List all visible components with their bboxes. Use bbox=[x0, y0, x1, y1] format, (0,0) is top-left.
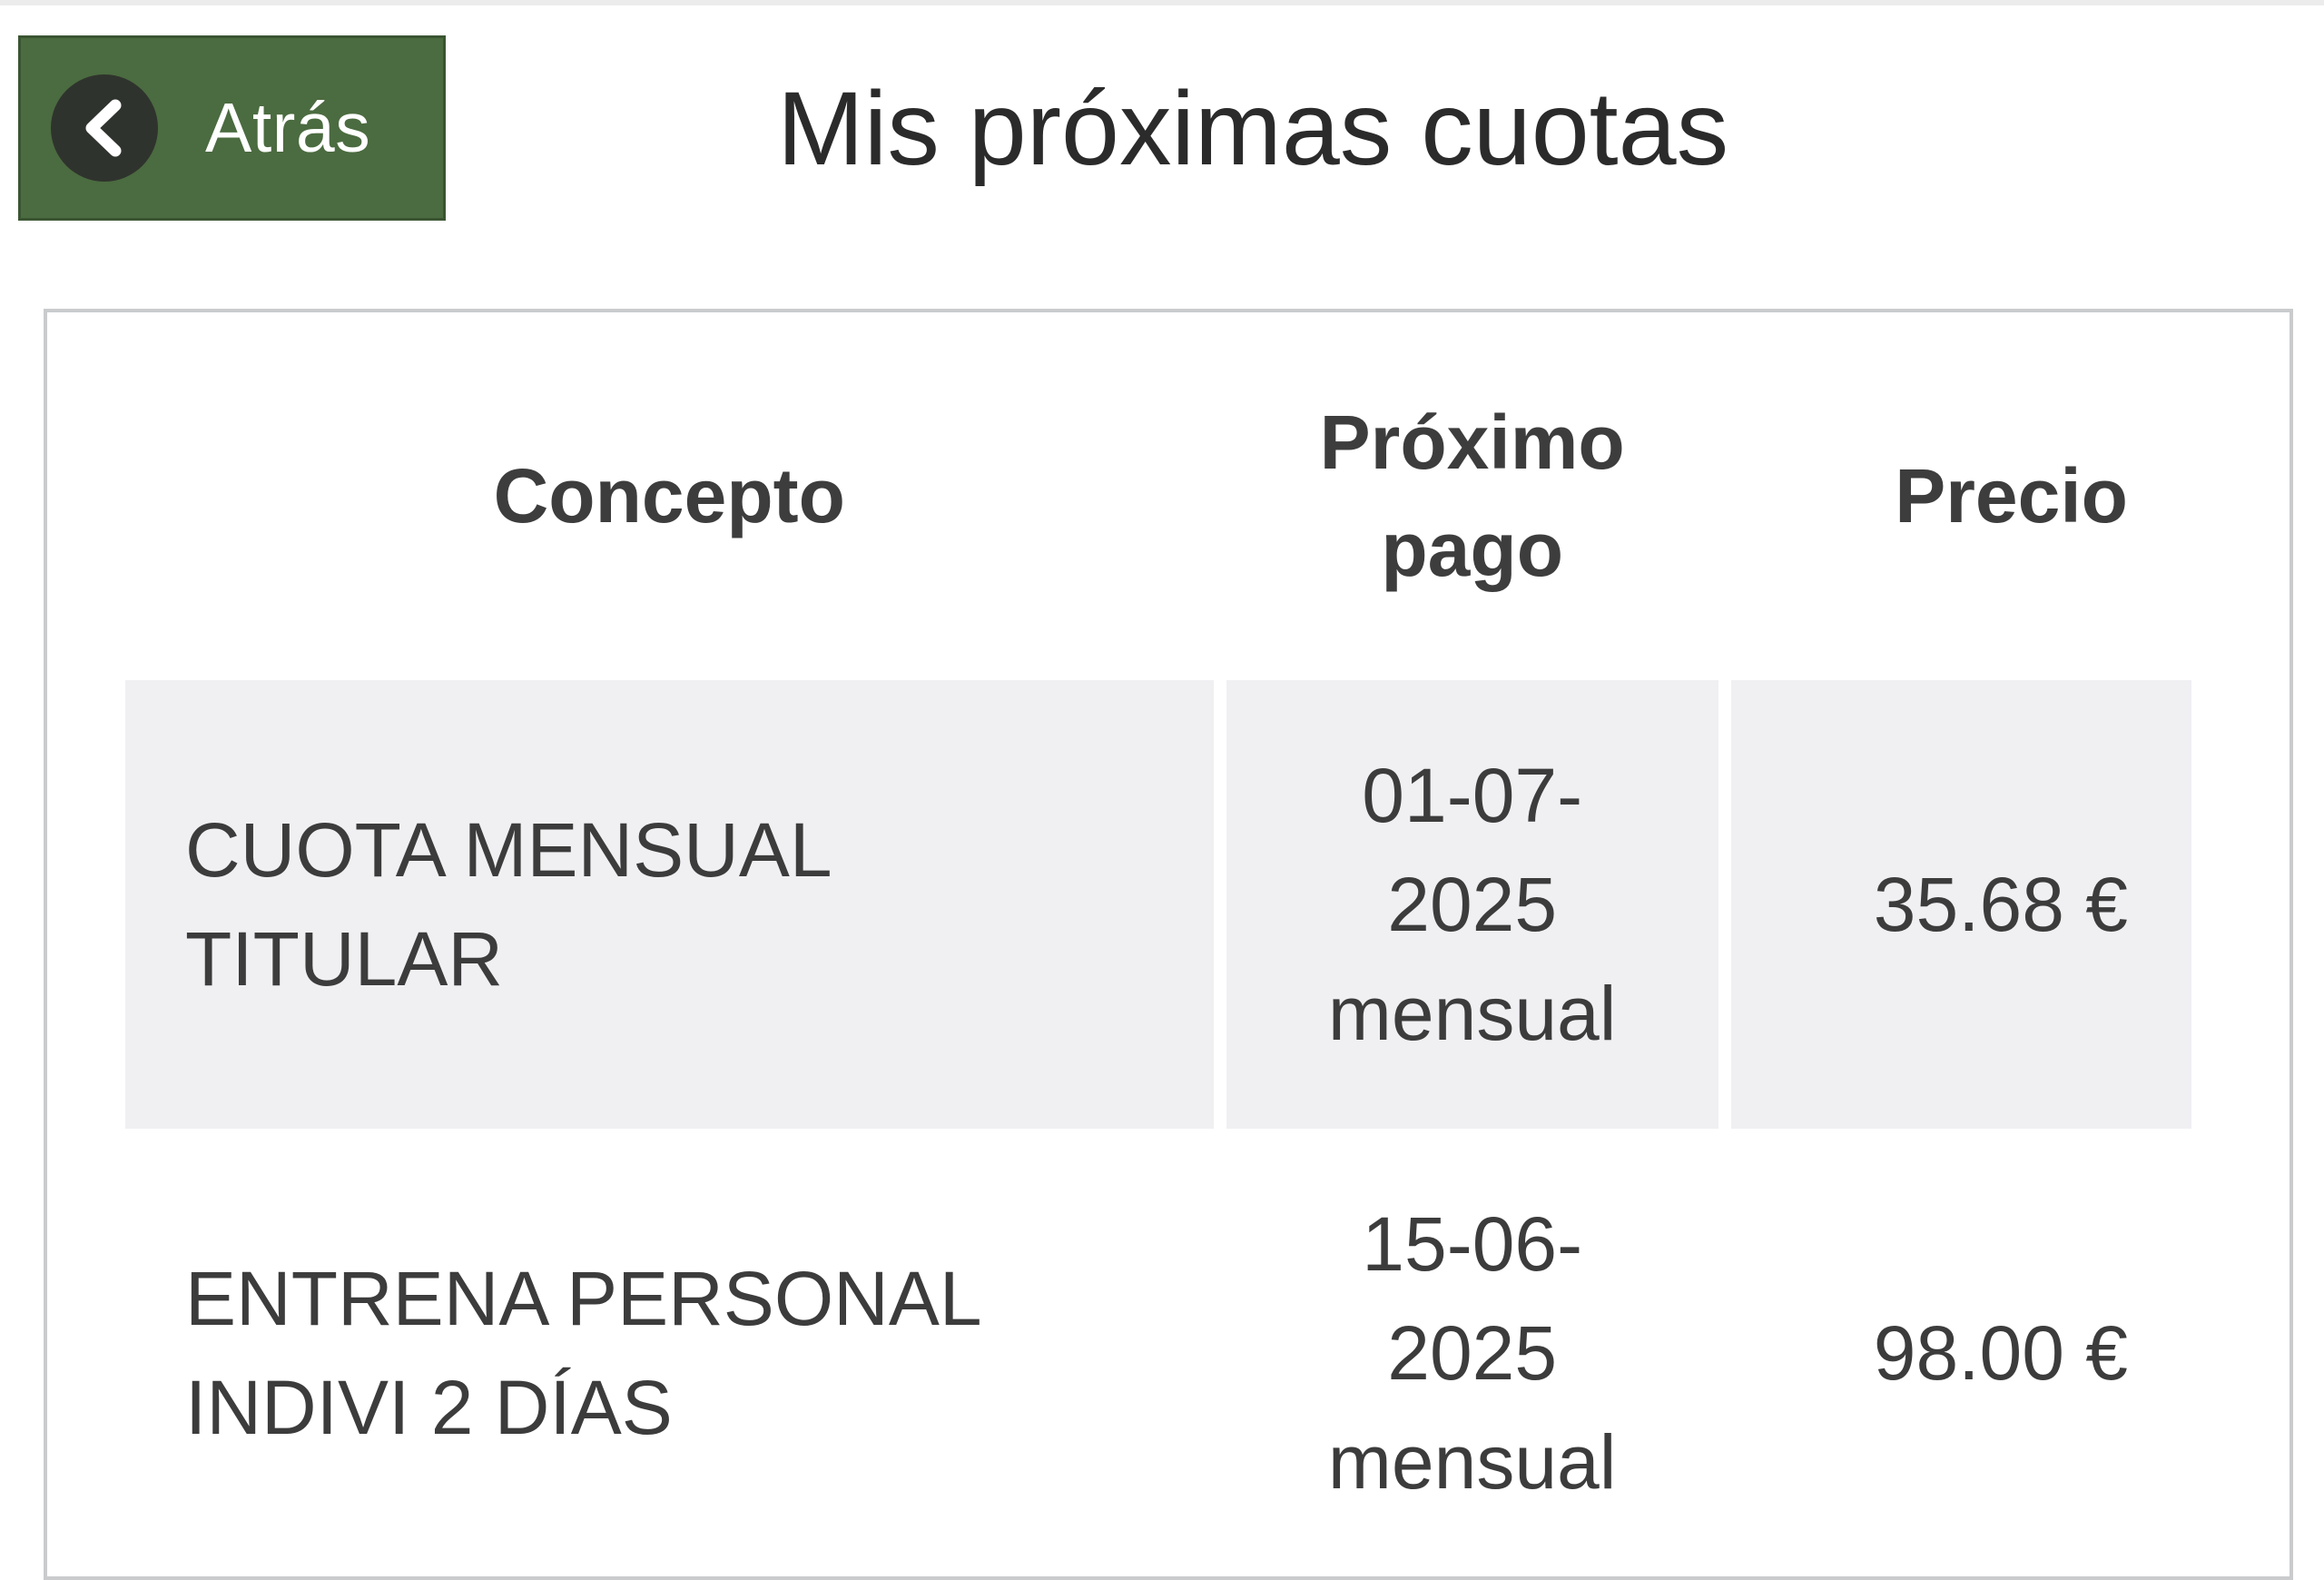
page-title-container: Mis próximas cuotas bbox=[777, 38, 1776, 220]
fees-card: Concepto Próximo pago Precio CUOTA MENSU… bbox=[44, 309, 2293, 1580]
back-button[interactable]: Atrás bbox=[18, 35, 446, 221]
precio-cell: 98.00 € bbox=[1873, 1310, 2128, 1396]
header-bar: Atrás Mis próximas cuotas bbox=[0, 5, 2324, 232]
column-header-proximo-pago: Próximo pago bbox=[1319, 400, 1625, 592]
table-row: ENTRENA PERSONAL INDIVI 2 DÍAS 15-06- 20… bbox=[125, 1129, 2191, 1577]
proximo-pago-cell: 01-07- 2025 mensual bbox=[1226, 680, 1718, 1129]
chevron-left-icon bbox=[51, 74, 158, 182]
proximo-pago-cell: 15-06- 2025 mensual bbox=[1327, 1201, 1617, 1505]
page-title: Mis próximas cuotas bbox=[777, 71, 1729, 187]
column-header-precio: Precio bbox=[1895, 453, 2128, 538]
precio-cell: 35.68 € bbox=[1730, 680, 2191, 1129]
concepto-cell: ENTRENA PERSONAL INDIVI 2 DÍAS bbox=[185, 1256, 982, 1450]
table-row: CUOTA MENSUAL TITULAR 01-07- 2025 mensua… bbox=[125, 680, 2191, 1129]
table-header-row: Concepto Próximo pago Precio bbox=[125, 312, 2191, 680]
back-button-label: Atrás bbox=[205, 88, 371, 167]
concepto-cell: CUOTA MENSUAL TITULAR bbox=[125, 680, 1214, 1129]
column-header-concepto: Concepto bbox=[493, 453, 845, 538]
fees-table: Concepto Próximo pago Precio CUOTA MENSU… bbox=[113, 312, 2204, 1577]
